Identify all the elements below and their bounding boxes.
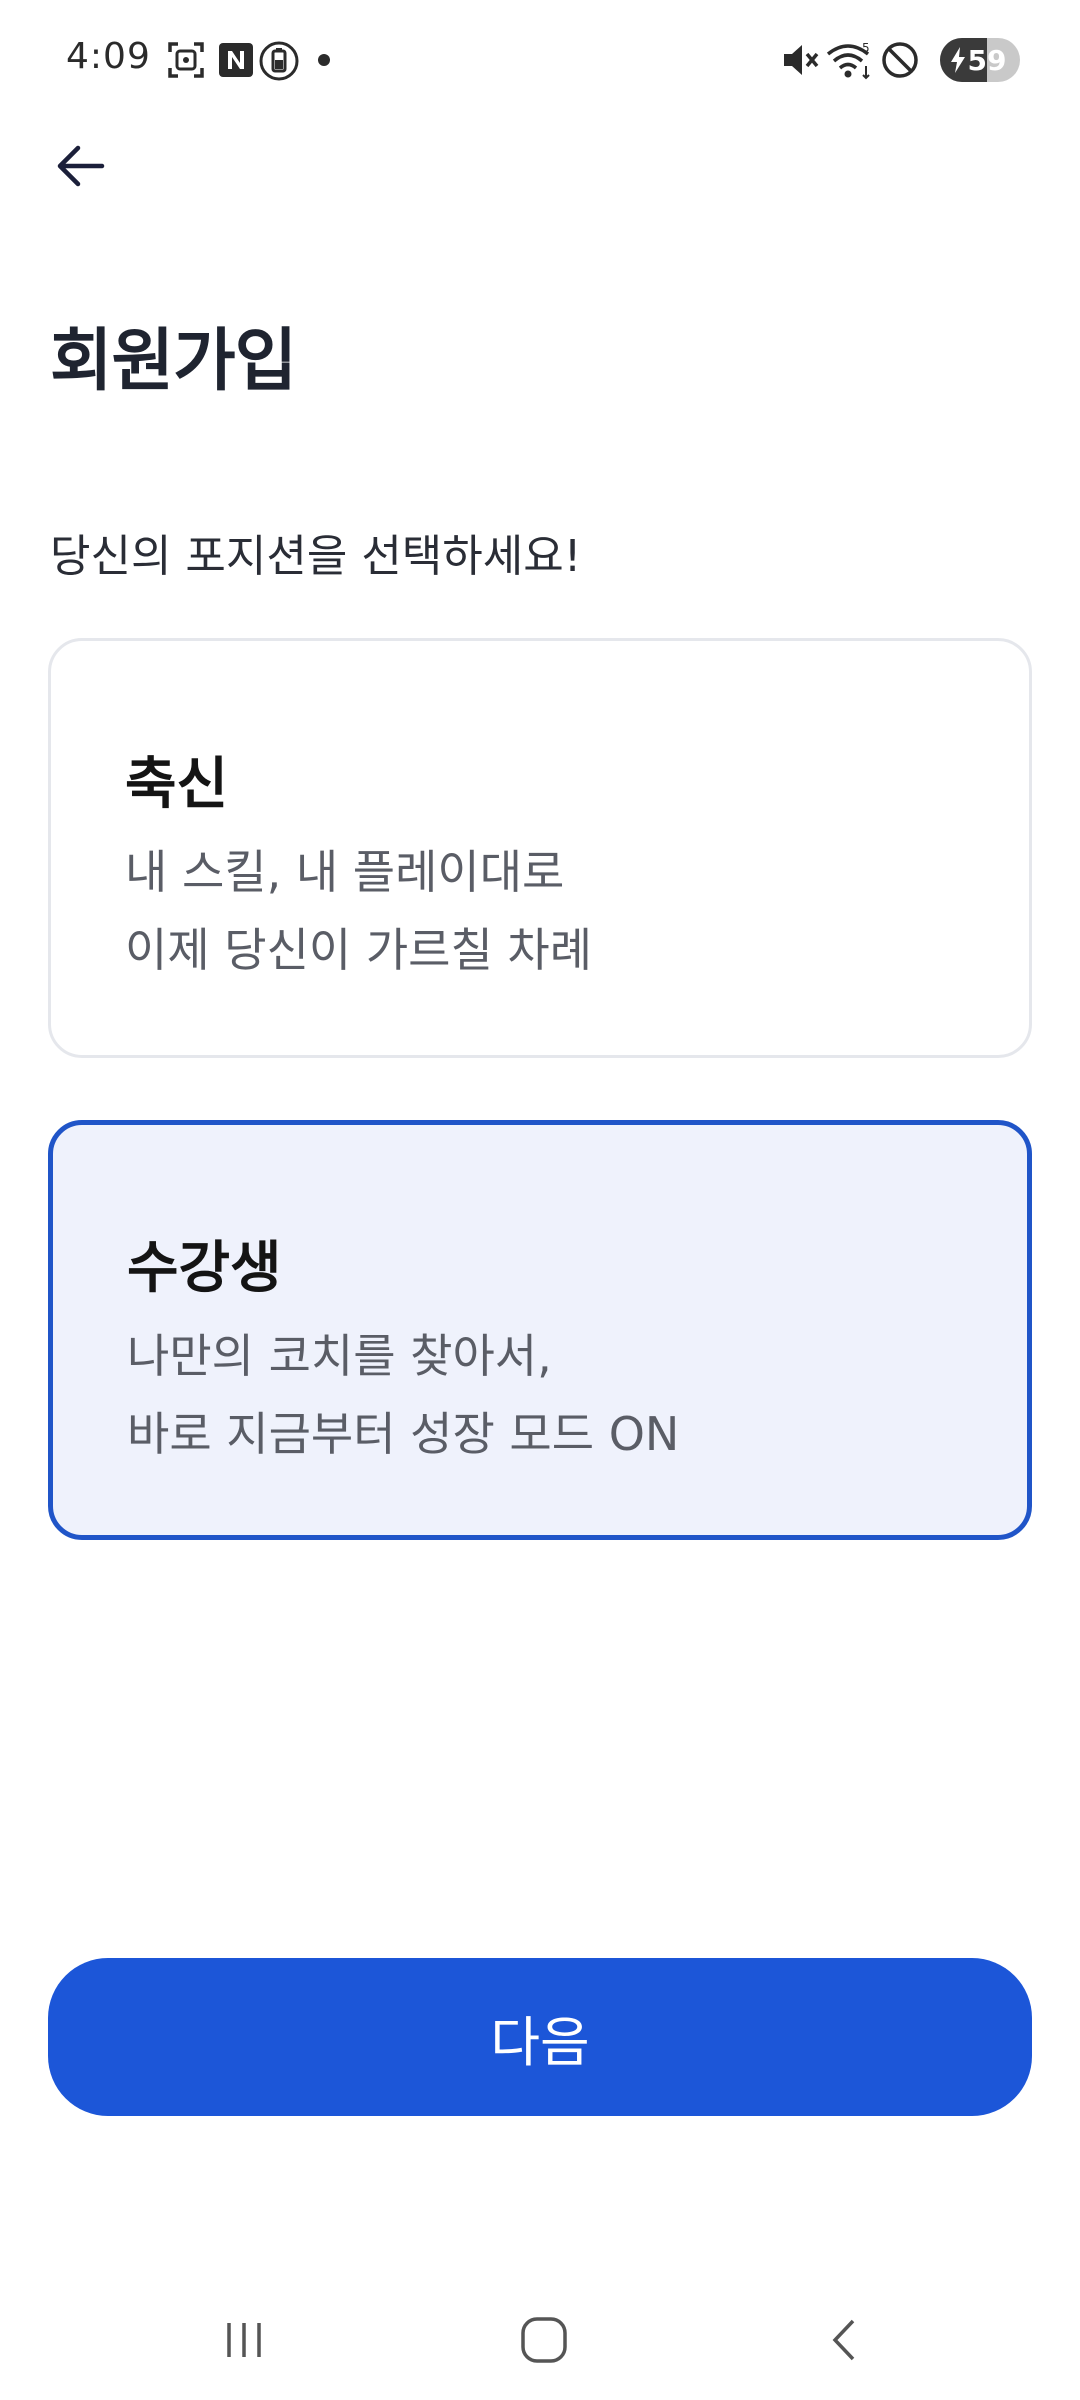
battery-indicator: 59 (940, 38, 1020, 82)
system-nav-bar (0, 2280, 1080, 2400)
signup-screen: 4:09 5 59 회원가입 당신의 포지션을 선택하세요! 축신 내 스킬, … (0, 0, 1080, 2400)
status-bar: 4:09 5 59 (0, 0, 1080, 120)
option-card-student[interactable]: 수강생 나만의 코치를 찾아서, 바로 지금부터 성장 모드 ON (48, 1120, 1032, 1540)
option-desc-line: 바로 지금부터 성장 모드 ON (127, 1407, 680, 1461)
back-nav-button[interactable] (806, 2300, 886, 2380)
svg-text:5: 5 (862, 41, 870, 55)
battery-level: 59 (967, 43, 1007, 77)
option-description: 내 스킬, 내 플레이대로 이제 당신이 가르칠 차례 (125, 833, 592, 989)
option-description: 나만의 코치를 찾아서, 바로 지금부터 성장 모드 ON (127, 1317, 679, 1473)
arrow-left-icon (57, 145, 105, 187)
option-title: 수강생 (127, 1236, 282, 1301)
option-title: 축신 (125, 752, 229, 817)
recent-apps-icon (227, 2323, 261, 2357)
home-icon (521, 2317, 567, 2363)
do-not-disturb-icon (882, 42, 918, 78)
option-desc-line: 내 스킬, 내 플레이대로 (125, 845, 565, 899)
screenshot-icon (168, 42, 204, 78)
mute-icon (784, 45, 819, 75)
next-button[interactable]: 다음 (48, 1958, 1032, 2116)
option-card-coach[interactable]: 축신 내 스킬, 내 플레이대로 이제 당신이 가르칠 차례 (48, 638, 1032, 1058)
page-title: 회원가입 (50, 322, 297, 401)
position-prompt: 당신의 포지션을 선택하세요! (50, 531, 582, 582)
home-button[interactable] (504, 2300, 584, 2380)
back-button[interactable] (44, 130, 116, 202)
n-app-icon (219, 43, 253, 77)
option-desc-line: 나만의 코치를 찾아서, (127, 1329, 552, 1383)
back-nav-icon (832, 2319, 855, 2361)
option-desc-line: 이제 당신이 가르칠 차례 (125, 923, 593, 977)
wifi-icon: 5 (826, 41, 870, 80)
status-time: 4:09 (66, 36, 151, 77)
battery-saver-icon (259, 41, 299, 81)
notification-dot (318, 54, 330, 66)
recent-apps-button[interactable] (204, 2300, 284, 2380)
